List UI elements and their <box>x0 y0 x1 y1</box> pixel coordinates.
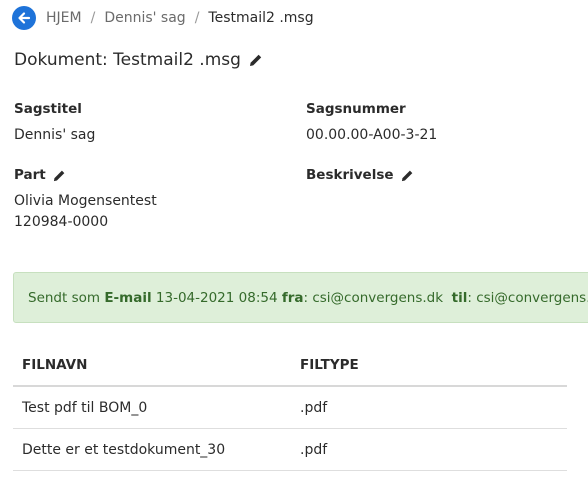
part-id: 120984-0000 <box>14 214 109 230</box>
breadcrumb-separator: / <box>90 10 96 26</box>
files-table: FILNAVN FILTYPE Test pdf til BOM_0 .pdf … <box>13 344 567 471</box>
file-type-cell: .pdf <box>291 428 567 471</box>
edit-title-button[interactable] <box>249 53 263 67</box>
breadcrumb-home-link[interactable]: HJEM <box>46 10 82 26</box>
pencil-icon <box>401 170 412 181</box>
file-name-cell[interactable]: Dette er et testdokument_30 <box>13 428 291 471</box>
pencil-icon <box>53 170 65 181</box>
table-header-row: FILNAVN FILTYPE <box>13 344 567 387</box>
alert-datetime: 13-04-2021 08:54 <box>155 289 278 306</box>
pencil-icon <box>249 54 262 66</box>
sagsnummer-label: Sagsnummer <box>306 101 406 117</box>
alert-from-label: fra <box>281 289 304 306</box>
edit-part-button[interactable] <box>53 169 66 182</box>
edit-beskrivelse-button[interactable] <box>401 169 414 182</box>
alert-from: csi@convergens.dk <box>312 289 444 306</box>
sagsnummer-value: 00.00.00-A00-3-21 <box>306 127 438 143</box>
beskrivelse-label: Beskrivelse <box>306 167 394 183</box>
page-title-row: Dokument: Testmail2 .msg <box>14 50 263 70</box>
back-button[interactable] <box>12 6 36 30</box>
part-label-row: Part <box>14 167 66 183</box>
alert-to-label: til <box>451 289 468 306</box>
column-header-filtype[interactable]: FILTYPE <box>291 344 567 387</box>
part-value: Olivia Mogensentest 120984-0000 <box>14 191 157 233</box>
table-row[interactable]: Test pdf til BOM_0 .pdf <box>13 386 567 429</box>
part-label: Part <box>14 167 46 183</box>
breadcrumb-current: Testmail2 .msg <box>208 10 314 26</box>
breadcrumb-separator: / <box>194 10 200 26</box>
sagstitel-label: Sagstitel <box>14 101 82 117</box>
alert-type: E-mail <box>104 289 152 306</box>
part-name: Olivia Mogensentest <box>14 193 157 209</box>
table-row[interactable]: Dette er et testdokument_30 .pdf <box>13 428 567 471</box>
file-name-cell[interactable]: Test pdf til BOM_0 <box>13 386 291 429</box>
breadcrumb-case-link[interactable]: Dennis' sag <box>104 10 185 26</box>
page-title: Dokument: Testmail2 .msg <box>14 50 241 70</box>
beskrivelse-label-row: Beskrivelse <box>306 167 414 183</box>
alert-to: csi@convergens.dk <box>476 289 588 306</box>
file-type-cell: .pdf <box>291 386 567 429</box>
arrow-left-icon <box>18 12 31 24</box>
alert-prefix: Sendt som <box>28 289 101 306</box>
sent-info-alert: Sendt som E-mail 13-04-2021 08:54 fra: c… <box>13 272 588 323</box>
sagstitel-value: Dennis' sag <box>14 127 96 143</box>
column-header-filnavn[interactable]: FILNAVN <box>13 344 291 387</box>
breadcrumb: HJEM / Dennis' sag / Testmail2 .msg <box>12 6 314 30</box>
